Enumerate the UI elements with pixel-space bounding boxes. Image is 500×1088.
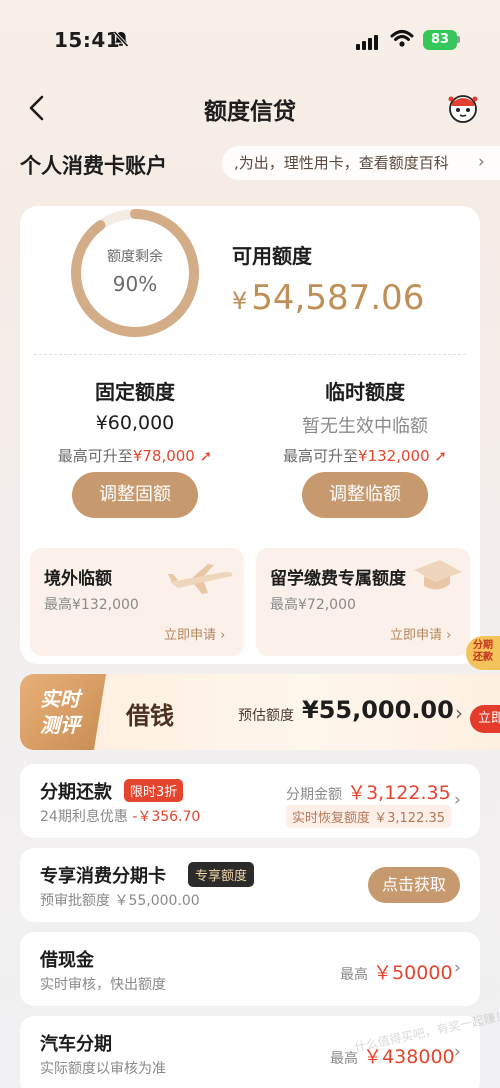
car-sub: 实际额度以审核为准 bbox=[40, 1061, 166, 1077]
installment-amount-row: 分期金额 ￥3,122.35 bbox=[286, 778, 451, 805]
float-line2: 还款 bbox=[473, 652, 493, 663]
fixed-limit-title: 固定额度 bbox=[95, 380, 175, 404]
signal-icon bbox=[356, 31, 380, 50]
available-label: 可用额度 bbox=[232, 244, 312, 268]
sub-prefix: 24期利息优惠 bbox=[40, 809, 128, 825]
get-now-button[interactable]: 点击获取 bbox=[368, 867, 460, 903]
sub-value: -￥356.70 bbox=[132, 809, 201, 825]
arrow-up-icon: ➚ bbox=[429, 447, 447, 465]
borrow-apply-button[interactable]: 立即 bbox=[470, 705, 500, 733]
hint-value: ¥78,000 bbox=[132, 447, 195, 465]
chevron-right-icon[interactable]: › bbox=[455, 701, 463, 725]
exclusive-tag: 专享额度 bbox=[188, 862, 255, 887]
chevron-right-icon[interactable]: › bbox=[454, 790, 461, 810]
card-installment-sub: 预审批额度 ￥55,000.00 bbox=[40, 893, 200, 909]
mascot-icon[interactable] bbox=[446, 90, 480, 124]
hint-prefix: 最高可升至 bbox=[283, 447, 359, 465]
max-label: 最高 bbox=[330, 1051, 358, 1067]
temp-limit-title: 临时额度 bbox=[325, 380, 405, 404]
restore-pill: 实时恢复额度 ￥3,122.35 bbox=[286, 805, 452, 828]
battery-indicator: 83 bbox=[423, 30, 457, 50]
realtime-eval-badge: 实时 测评 bbox=[20, 674, 106, 750]
installment-float-button[interactable]: 分期 还款 bbox=[466, 636, 500, 670]
currency-symbol: ¥ bbox=[232, 287, 248, 315]
hint-value: ¥132,000 bbox=[358, 447, 430, 465]
graduation-cap-icon bbox=[414, 560, 462, 590]
chevron-right-icon[interactable]: › bbox=[454, 1042, 461, 1062]
adjust-fixed-button[interactable]: 调整固额 bbox=[72, 472, 198, 518]
study-title: 留学缴费专属额度 bbox=[270, 569, 406, 589]
discount-tag: 限时3折 bbox=[124, 779, 184, 802]
study-apply-link[interactable]: 立即申请 › bbox=[390, 624, 451, 643]
temp-limit-hint: 最高可升至¥132,000 ➚ bbox=[260, 445, 470, 466]
available-amount: ¥54,587.06 bbox=[232, 278, 424, 318]
borrow-title: 借钱 bbox=[126, 702, 174, 730]
arrow-up-icon: ➚ bbox=[194, 447, 213, 465]
badge-line2: 测评 bbox=[40, 713, 80, 737]
amount-value: ￥3,122.35 bbox=[347, 782, 451, 804]
car-title: 汽车分期 bbox=[40, 1034, 112, 1055]
cash-max-row: 最高 ￥50000 bbox=[340, 958, 453, 985]
installment-title: 分期还款 bbox=[40, 782, 112, 803]
tips-chevron-icon[interactable]: › bbox=[478, 152, 485, 172]
account-title: 个人消费卡账户 bbox=[20, 154, 167, 178]
fixed-limit-amount: ¥60,000 bbox=[95, 412, 175, 434]
status-time: 15:41 bbox=[54, 28, 121, 52]
page-title: 额度信贷 bbox=[204, 99, 296, 125]
float-line1: 分期 bbox=[473, 640, 493, 651]
temp-limit-status: 暂无生效中临额 bbox=[302, 416, 428, 437]
fixed-limit-hint: 最高可升至¥78,000 ➚ bbox=[30, 445, 240, 466]
ring-percent: 90% bbox=[112, 272, 158, 296]
airplane-icon bbox=[168, 564, 233, 594]
wifi-icon bbox=[390, 30, 414, 47]
divider bbox=[34, 354, 466, 355]
overseas-apply-link[interactable]: 立即申请 › bbox=[164, 624, 225, 643]
chevron-right-icon[interactable]: › bbox=[454, 958, 461, 978]
bell-off-icon bbox=[113, 30, 129, 48]
estimate-amount: ¥55,000.00 bbox=[302, 696, 454, 724]
tips-banner[interactable]: ,为出，理性用卡，查看额度百科 bbox=[222, 146, 500, 180]
badge-line1: 实时 bbox=[40, 687, 80, 711]
max-value: ￥50000 bbox=[373, 962, 453, 984]
hint-prefix: 最高可升至 bbox=[57, 447, 133, 465]
max-label: 最高 bbox=[340, 967, 368, 983]
study-sub: 最高¥72,000 bbox=[270, 597, 356, 613]
adjust-temp-button[interactable]: 调整临额 bbox=[302, 472, 428, 518]
estimate-label: 预估额度 bbox=[238, 708, 294, 724]
ring-label: 额度剩余 bbox=[107, 249, 163, 265]
card-installment-title: 专享消费分期卡 bbox=[40, 866, 166, 887]
cash-title: 借现金 bbox=[40, 950, 94, 971]
available-amount-value: 54,587.06 bbox=[251, 278, 425, 318]
cash-sub: 实时审核，快出额度 bbox=[40, 977, 166, 993]
installment-sub: 24期利息优惠 -￥356.70 bbox=[40, 806, 200, 826]
overseas-sub: 最高¥132,000 bbox=[44, 597, 139, 613]
battery-tip bbox=[457, 36, 460, 43]
amount-label: 分期金额 bbox=[286, 787, 342, 803]
overseas-title: 境外临额 bbox=[44, 569, 112, 589]
